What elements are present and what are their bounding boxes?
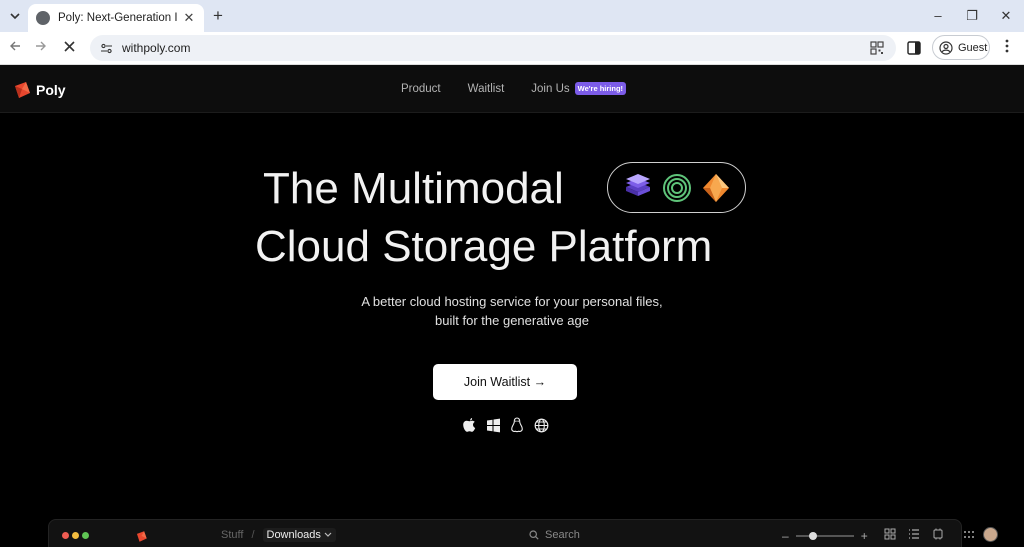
preview-view-icon[interactable] — [932, 528, 946, 542]
apps-grid-icon[interactable] — [963, 529, 975, 541]
zoom-in-button[interactable]: + — [861, 529, 868, 543]
qr-code-icon[interactable] — [870, 41, 884, 55]
nav-product-link[interactable]: Product — [401, 83, 441, 95]
nav-waitlist-link[interactable]: Waitlist — [468, 83, 505, 95]
chevron-down-icon — [10, 13, 20, 20]
user-avatar[interactable] — [983, 527, 998, 542]
app-preview-window: Stuff / Downloads Search – + — [48, 519, 998, 547]
new-tab-button[interactable]: + — [208, 6, 228, 26]
list-view-icon[interactable] — [908, 528, 922, 542]
tab-search-button[interactable] — [4, 5, 26, 27]
hero-subtitle: A better cloud hosting service for your … — [361, 294, 663, 328]
close-icon — [63, 41, 75, 52]
brand-name: Poly — [36, 82, 66, 98]
browser-tab-active[interactable]: Poly: Next-Generation Intelligen ✕ — [28, 4, 204, 32]
window-traffic-lights — [62, 532, 92, 539]
breadcrumb-parent[interactable]: Stuff — [221, 529, 243, 541]
zoom-slider[interactable]: – + — [782, 529, 868, 543]
hiring-badge[interactable]: We're hiring! — [574, 82, 627, 95]
browser-tabstrip: Poly: Next-Generation Intelligen ✕ + – ❐… — [0, 0, 1024, 32]
site-logo[interactable]: Poly — [12, 80, 66, 100]
site-header: Poly Product Waitlist Join Us We're hiri… — [0, 65, 1024, 113]
app-search-placeholder: Search — [545, 529, 580, 541]
tab-close-button[interactable]: ✕ — [182, 10, 196, 26]
user-avatar-icon — [939, 40, 953, 55]
view-toggle-group — [884, 528, 956, 542]
more-vertical-icon — [1005, 39, 1009, 53]
apple-icon[interactable] — [461, 417, 477, 433]
concentric-rings-icon — [662, 173, 691, 202]
join-waitlist-button[interactable]: Join Waitlist → — [433, 364, 577, 400]
platform-icons — [461, 417, 557, 433]
zoom-track[interactable] — [795, 532, 854, 540]
address-bar[interactable]: withpoly.com — [90, 35, 896, 61]
zoom-handle[interactable] — [809, 532, 818, 540]
browser-toolbar: withpoly.com Guest — [0, 32, 1024, 65]
profile-button[interactable]: Guest — [932, 35, 990, 60]
main-nav: Product Waitlist Join Us We're hiring! — [401, 82, 627, 95]
chevron-down-icon — [324, 532, 332, 537]
windows-icon[interactable] — [485, 417, 501, 433]
breadcrumb-current-label: Downloads — [266, 529, 321, 541]
tab-title: Poly: Next-Generation Intelligen — [58, 12, 178, 24]
search-icon — [529, 530, 539, 540]
browser-menu-button[interactable] — [998, 39, 1016, 57]
tab-favicon-icon — [36, 11, 50, 25]
nav-join-us-link[interactable]: Join Us — [531, 83, 569, 95]
breadcrumb: Stuff / Downloads — [221, 528, 336, 542]
close-window-button[interactable]: ✕ — [994, 6, 1018, 26]
web-globe-icon[interactable] — [533, 417, 549, 433]
close-dot-icon — [62, 532, 69, 539]
maximize-dot-icon — [82, 532, 89, 539]
site-info-icon[interactable] — [98, 40, 114, 56]
hero-title-line-1: The Multimodal — [263, 164, 564, 213]
minimize-dot-icon — [72, 532, 79, 539]
back-button[interactable] — [4, 37, 26, 59]
gem-icon — [702, 173, 729, 202]
app-poly-logo-icon — [136, 531, 147, 542]
forward-button[interactable] — [30, 37, 52, 59]
restore-button[interactable]: ❐ — [960, 6, 984, 26]
side-panel-icon[interactable] — [906, 40, 922, 56]
layers-stack-icon — [625, 173, 650, 196]
web-page: Poly Product Waitlist Join Us We're hiri… — [0, 65, 1024, 547]
breadcrumb-separator: / — [251, 529, 255, 541]
linux-icon[interactable] — [509, 417, 525, 433]
arrow-left-icon — [10, 41, 20, 51]
minimize-button[interactable]: – — [926, 6, 950, 26]
modality-icons-pill — [607, 162, 746, 213]
profile-label: Guest — [958, 41, 988, 54]
zoom-out-button[interactable]: – — [782, 529, 789, 543]
stop-loading-button[interactable] — [58, 37, 80, 59]
url-text: withpoly.com — [122, 41, 191, 55]
arrow-right-icon — [36, 41, 46, 51]
breadcrumb-current[interactable]: Downloads — [262, 528, 336, 542]
poly-logo-icon — [15, 82, 30, 98]
app-search-input[interactable]: Search — [529, 529, 580, 541]
grid-view-icon[interactable] — [884, 528, 898, 542]
hero-title-line-2: Cloud Storage Platform — [255, 222, 713, 271]
